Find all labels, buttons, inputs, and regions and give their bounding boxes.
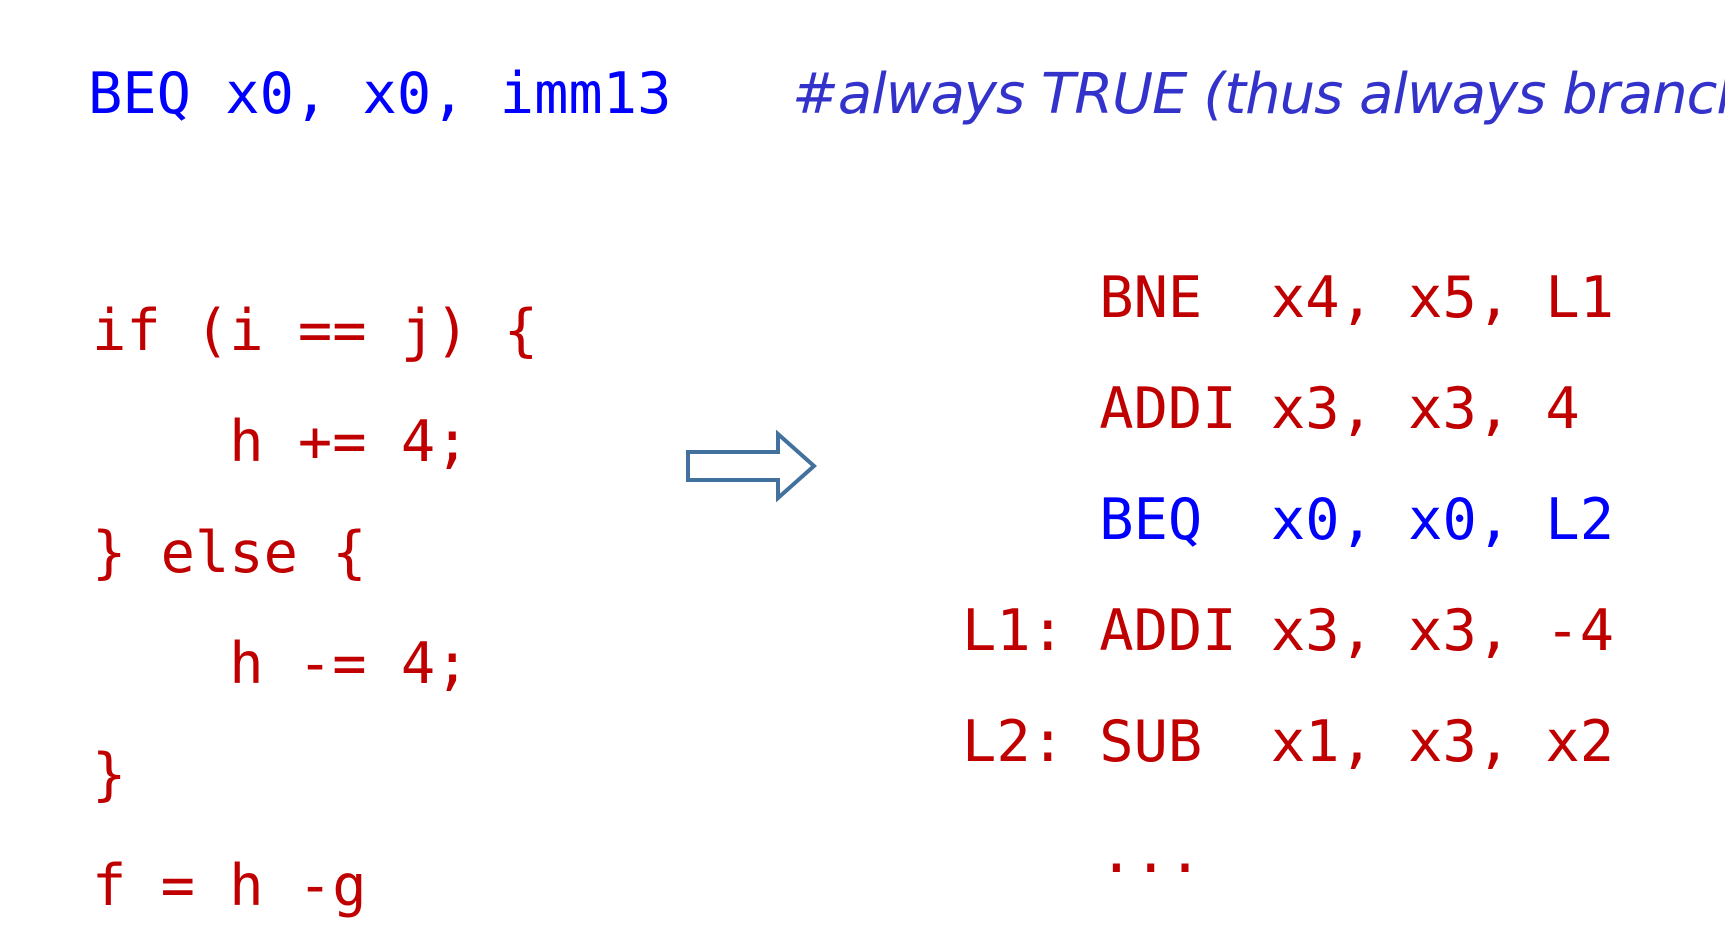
- asm-label: L1:: [962, 598, 1065, 664]
- asm-label: [962, 487, 1065, 553]
- asm-mnemonic: BNE: [1099, 265, 1237, 331]
- asm-operands: x3, x3, -4: [1270, 598, 1615, 664]
- asm-label: [962, 376, 1065, 442]
- assembly-code: BNE x4, x5, L1 ADDI x3, x3, 4 BEQ x0, x0…: [962, 227, 1614, 909]
- c-source-code: if (i == j) { h += 4; } else { h -= 4; }…: [92, 260, 538, 942]
- c-code-line: f = h -g: [92, 853, 367, 919]
- asm-mnemonic: BEQ: [1099, 487, 1237, 553]
- asm-line: L1: ADDI x3, x3, -4: [962, 592, 1614, 671]
- asm-mnemonic: ADDI: [1099, 598, 1237, 664]
- asm-line: BNE x4, x5, L1: [962, 259, 1614, 338]
- c-code-line: }: [92, 742, 127, 808]
- asm-mnemonic: SUB: [1099, 709, 1237, 775]
- asm-label: [962, 265, 1065, 331]
- c-code-line: h += 4;: [92, 409, 470, 475]
- asm-mnemonic: ADDI: [1099, 376, 1237, 442]
- asm-label: L2:: [962, 709, 1065, 775]
- asm-operands: x0, x0, L2: [1270, 487, 1615, 553]
- c-code-line: } else {: [92, 520, 367, 586]
- asm-operands: x3, x3, 4: [1270, 376, 1580, 442]
- c-code-line: h -= 4;: [92, 631, 470, 697]
- asm-label: [962, 820, 1065, 886]
- asm-line: ADDI x3, x3, 4: [962, 370, 1614, 449]
- asm-line: ...: [962, 814, 1614, 893]
- asm-operands: x1, x3, x2: [1270, 709, 1615, 775]
- c-code-line: if (i == j) {: [92, 298, 539, 364]
- asm-mnemonic: ...: [1099, 820, 1203, 886]
- right-block-arrow-icon: [686, 430, 818, 502]
- asm-line: BEQ x0, x0, L2: [962, 481, 1614, 560]
- header-instruction: BEQ x0, x0, imm13: [88, 61, 672, 127]
- asm-operands: x4, x5, L1: [1270, 265, 1615, 331]
- header-comment: #always TRUE (thus always branch): [792, 62, 1725, 127]
- asm-line: L2: SUB x1, x3, x2: [962, 703, 1614, 782]
